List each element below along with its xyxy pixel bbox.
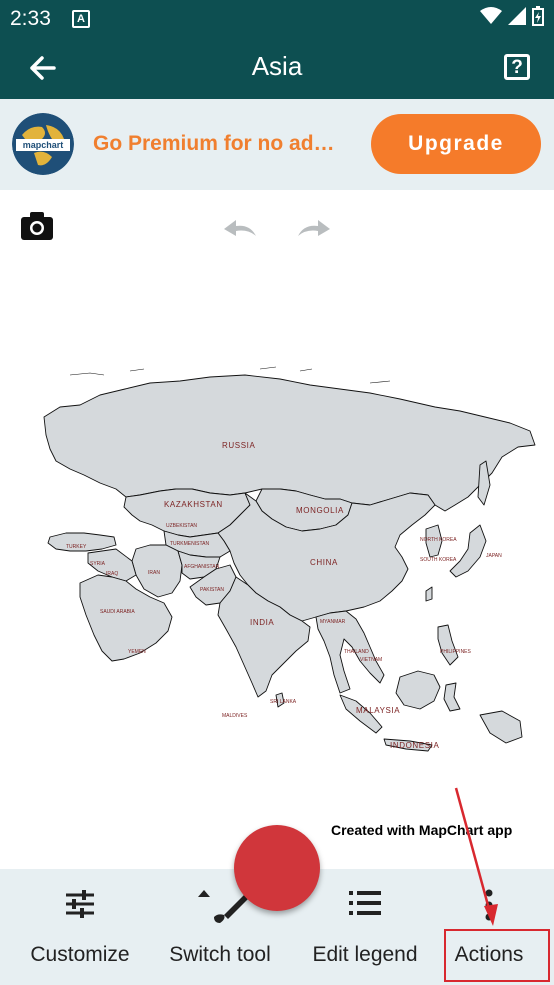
map-taiwan[interactable] bbox=[425, 586, 433, 602]
label-thailand: THAILAND bbox=[344, 649, 369, 655]
map-japan[interactable] bbox=[449, 524, 487, 578]
label-turkey: TURKEY bbox=[66, 544, 87, 550]
app-bar: Asia ? bbox=[0, 36, 554, 99]
label-sri-lanka: SRI LANKA bbox=[270, 699, 297, 705]
asia-map[interactable]: RUSSIA KAZAKHSTAN MONGOLIA CHINA TURKEY … bbox=[40, 365, 540, 775]
label-russia: RUSSIA bbox=[222, 441, 255, 450]
mapchart-logo: mapchart bbox=[12, 113, 74, 175]
label-syria: SYRIA bbox=[90, 561, 106, 567]
label-philippines: PHILIPPINES bbox=[440, 649, 472, 655]
redo-icon[interactable] bbox=[296, 218, 332, 238]
label-afghanistan: AFGHANISTAN bbox=[184, 564, 220, 570]
help-icon[interactable]: ? bbox=[504, 54, 530, 80]
annotation-highlight-box bbox=[444, 929, 550, 982]
label-turkmenistan: TURKMENISTAN bbox=[170, 541, 209, 547]
label-south-korea: SOUTH KOREA bbox=[420, 557, 457, 563]
nav-customize[interactable]: Customize bbox=[0, 869, 160, 985]
label-mongolia: MONGOLIA bbox=[296, 506, 344, 515]
page-title: Asia bbox=[251, 51, 303, 81]
map-borneo[interactable] bbox=[395, 670, 441, 710]
label-indonesia: INDONESIA bbox=[390, 741, 439, 750]
customize-label: Customize bbox=[30, 943, 130, 966]
label-china: CHINA bbox=[310, 558, 338, 567]
sliders-icon bbox=[66, 890, 94, 918]
map-philippines[interactable] bbox=[437, 624, 459, 666]
label-japan: JAPAN bbox=[486, 553, 502, 559]
label-india: INDIA bbox=[250, 618, 274, 627]
nav-edit-legend[interactable]: Edit legend bbox=[296, 869, 434, 985]
map-sulawesi[interactable] bbox=[443, 682, 461, 712]
logo-text: mapchart bbox=[23, 140, 64, 150]
status-bar: 2:33 A bbox=[0, 0, 554, 36]
switch-tool-label: Switch tool bbox=[169, 943, 271, 966]
upgrade-button[interactable]: Upgrade bbox=[371, 114, 541, 174]
system-icons bbox=[480, 6, 544, 26]
list-icon bbox=[349, 891, 381, 915]
label-malaysia: MALAYSIA bbox=[356, 706, 400, 715]
wifi-icon bbox=[480, 7, 502, 24]
label-saudi-arabia: SAUDI ARABIA bbox=[100, 609, 135, 615]
premium-banner: mapchart Go Premium for no ad… Upgrade bbox=[0, 99, 554, 190]
label-myanmar: MYANMAR bbox=[320, 619, 346, 625]
label-iran: IRAN bbox=[148, 570, 160, 576]
label-iraq: IRAQ bbox=[106, 571, 118, 577]
label-vietnam: VIETNAM bbox=[360, 657, 382, 663]
label-kazakhstan: KAZAKHSTAN bbox=[164, 500, 223, 509]
label-maldives: MALDIVES bbox=[222, 713, 248, 719]
label-uzbekistan: UZBEKISTAN bbox=[166, 523, 197, 529]
battery-icon bbox=[532, 6, 544, 26]
undo-icon[interactable] bbox=[222, 218, 258, 238]
annotation-arrow bbox=[454, 787, 498, 926]
label-pakistan: PAKISTAN bbox=[200, 587, 224, 593]
promo-text: Go Premium for no ad… bbox=[93, 132, 335, 155]
label-yemen: YEMEN bbox=[128, 649, 146, 655]
map-new-guinea[interactable] bbox=[479, 710, 523, 744]
camera-icon[interactable] bbox=[20, 211, 54, 241]
status-time: 2:33 bbox=[10, 7, 51, 30]
notification-icon: A bbox=[72, 10, 90, 28]
signal-icon bbox=[508, 7, 526, 25]
label-north-korea: NORTH KOREA bbox=[420, 537, 457, 543]
edit-legend-label: Edit legend bbox=[312, 943, 418, 966]
